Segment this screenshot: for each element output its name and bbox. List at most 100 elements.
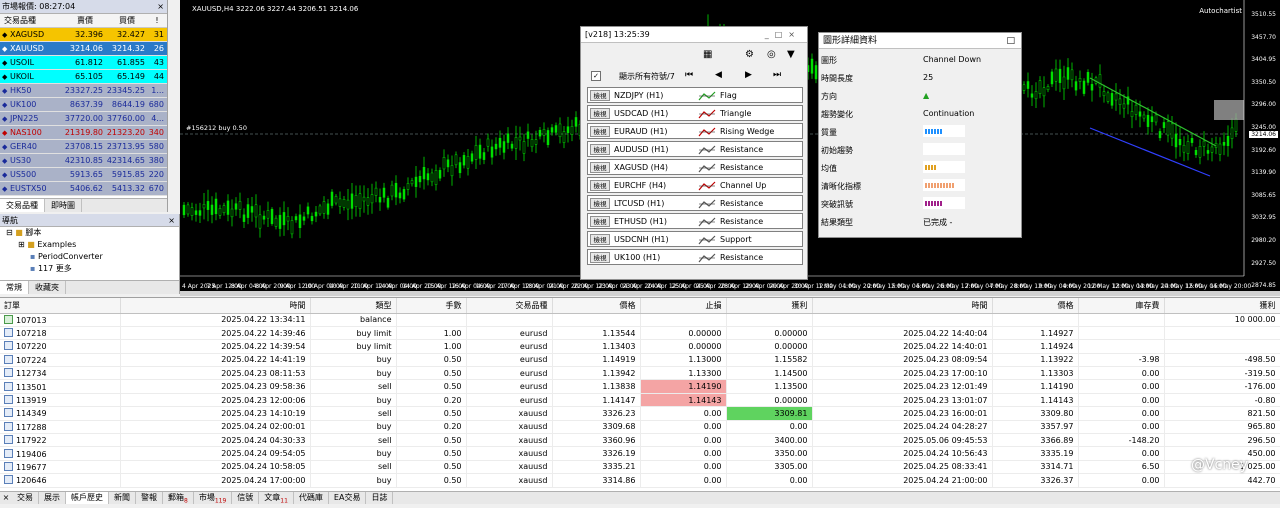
close-icon[interactable]: × <box>157 0 164 14</box>
close-icon[interactable]: × <box>788 30 801 39</box>
chart-scrollbar[interactable] <box>180 291 1280 296</box>
tab-common[interactable]: 常規 <box>0 281 29 294</box>
history-row[interactable]: 119406 2025.04.24 09:54:05 buy 0.50 xauusd 33… <box>0 446 1280 461</box>
scanner-result-row[interactable]: 檢視 ETHUSD (H1) Resistance <box>587 213 803 229</box>
scanner-result-row[interactable]: 檢視 USDCNH (H1) Support <box>587 231 803 247</box>
scanner-result-row[interactable]: 檢視 EURAUD (H1) Rising Wedge <box>587 123 803 139</box>
show-all-checkbox[interactable]: ✓ <box>591 71 601 81</box>
history-col-header[interactable]: 手數 <box>396 298 467 314</box>
scanner-result-row[interactable]: 檢視 AUDUSD (H1) Resistance <box>587 141 803 157</box>
history-col-header[interactable]: 庫存費 <box>1078 298 1165 314</box>
close-icon[interactable]: × <box>168 214 175 227</box>
view-button[interactable]: 檢視 <box>590 90 610 101</box>
tab-tick-chart[interactable]: 即時圖 <box>45 199 82 212</box>
toolbox-tab[interactable]: 展示 <box>39 492 66 504</box>
history-col-header[interactable]: 時間 <box>812 298 993 314</box>
col-bid[interactable]: 賣價 <box>64 14 106 27</box>
history-col-header[interactable]: 止損 <box>640 298 727 314</box>
market-watch-row[interactable]: ◆ EUSTX50 5406.62 5413.32 670 <box>0 182 167 196</box>
history-row[interactable]: 117288 2025.04.24 02:00:01 buy 0.20 xauusd 33… <box>0 420 1280 435</box>
toolbox-tab[interactable]: 市場119 <box>194 492 233 505</box>
toolbox-tab[interactable]: 郵箱8 <box>163 492 194 505</box>
calculator-icon[interactable]: ▦ <box>703 49 712 60</box>
col-ask[interactable]: 買價 <box>106 14 148 27</box>
view-button[interactable]: 檢視 <box>590 216 610 227</box>
history-row[interactable]: 113919 2025.04.23 12:00:06 buy 0.20 eurusd 1.… <box>0 393 1280 408</box>
globe-icon[interactable]: ◎ <box>767 49 776 60</box>
view-button[interactable]: 檢視 <box>590 162 610 173</box>
history-col-header[interactable]: 價格 <box>992 298 1079 314</box>
market-watch-row[interactable]: ◆ US30 42310.85 42314.65 380 <box>0 154 167 168</box>
scanner-result-row[interactable]: 檢視 NZDJPY (H1) Flag <box>587 87 803 103</box>
market-watch-row[interactable]: ◆ XAGUSD 32.396 32.427 31 <box>0 28 167 42</box>
gear-icon[interactable]: ⚙ <box>745 49 754 60</box>
col-spread[interactable]: ! <box>148 14 166 27</box>
tree-item-more[interactable]: ▪ 117 更多 <box>0 263 179 275</box>
scanner-result-row[interactable]: 檢視 XAGUSD (H4) Resistance <box>587 159 803 175</box>
last-page-icon[interactable]: ⏭ <box>773 70 781 80</box>
market-watch-row[interactable]: ◆ USOIL 61.812 61.855 43 <box>0 56 167 70</box>
tab-favorites[interactable]: 收藏夾 <box>29 281 66 294</box>
history-row[interactable]: 112734 2025.04.23 08:11:53 buy 0.50 eurusd 1.… <box>0 366 1280 381</box>
maximize-icon[interactable]: □ <box>775 30 789 39</box>
view-button[interactable]: 檢視 <box>590 198 610 209</box>
market-watch-row[interactable]: ◆ NAS100 21319.80 21323.20 340 <box>0 126 167 140</box>
prev-page-icon[interactable]: ◀ <box>715 70 722 80</box>
candle-body <box>230 208 234 218</box>
history-col-header[interactable]: 獲利 <box>1164 298 1280 314</box>
toolbox-tab[interactable]: 交易 <box>12 492 39 504</box>
market-watch-header: 交易品種 賣價 買價 ! <box>0 14 167 28</box>
view-button[interactable]: 檢視 <box>590 126 610 137</box>
history-row[interactable]: 113501 2025.04.23 09:58:36 sell 0.50 eurusd 1… <box>0 379 1280 394</box>
toolbox-tab[interactable]: 日誌 <box>366 492 394 504</box>
toolbox-tab[interactable]: 新聞 <box>109 492 136 504</box>
view-button[interactable]: 檢視 <box>590 108 610 119</box>
history-col-header[interactable]: 類型 <box>310 298 397 314</box>
view-button[interactable]: 檢視 <box>590 180 610 191</box>
market-watch-row[interactable]: ◆ GER40 23708.15 23713.95 580 <box>0 140 167 154</box>
history-row[interactable]: 120646 2025.04.24 17:00:00 buy 0.50 xauusd 33… <box>0 473 1280 488</box>
tree-item-periodconverter[interactable]: ▪ PeriodConverter <box>0 251 179 263</box>
view-button[interactable]: 檢視 <box>590 252 610 263</box>
tree-item-scripts[interactable]: ⊟ ■ 腳本 <box>0 227 179 239</box>
scanner-result-row[interactable]: 檢視 EURCHF (H4) Channel Up <box>587 177 803 193</box>
scanner-result-row[interactable]: 檢視 UK100 (H1) Resistance <box>587 249 803 265</box>
history-row[interactable]: 117922 2025.04.24 04:30:33 sell 0.50 xauusd 3… <box>0 433 1280 448</box>
history-col-header[interactable]: 價格 <box>552 298 641 314</box>
tree-item-examples[interactable]: ⊞ ■ Examples <box>0 239 179 251</box>
close-icon[interactable]: × <box>0 492 12 504</box>
market-watch-row[interactable]: ◆ XAUUSD 3214.06 3214.32 26 <box>0 42 167 56</box>
history-row[interactable]: 114349 2025.04.23 14:10:19 sell 0.50 xauusd 3… <box>0 406 1280 421</box>
market-watch-row[interactable]: ◆ US500 5913.65 5915.85 220 <box>0 168 167 182</box>
market-watch-row[interactable]: ◆ HK50 23327.25 23345.25 1... <box>0 84 167 98</box>
tab-symbols[interactable]: 交易品種 <box>0 199 45 212</box>
history-row[interactable]: 107013 2025.04.22 13:34:11 balance 10 000.0… <box>0 313 1280 327</box>
view-button[interactable]: 檢視 <box>590 234 610 245</box>
view-button[interactable]: 檢視 <box>590 144 610 155</box>
toolbox-tab[interactable]: 帳戶歷史 <box>66 492 109 504</box>
history-col-header[interactable]: 訂單 <box>0 298 121 314</box>
history-col-header[interactable]: 交易品種 <box>466 298 553 314</box>
minimize-icon[interactable]: _ <box>765 30 775 39</box>
next-page-icon[interactable]: ▶ <box>745 70 752 80</box>
filter-icon[interactable]: ▼ <box>787 49 795 60</box>
history-col-header[interactable]: 獲利 <box>726 298 813 314</box>
toolbox-tab[interactable]: EA交易 <box>329 492 367 504</box>
toolbox-tab[interactable]: 代碼庫 <box>294 492 329 504</box>
toolbox-tab[interactable]: 警報 <box>136 492 163 504</box>
toolbox-tab[interactable]: 信號 <box>232 492 260 504</box>
toolbox-tab[interactable]: 文章11 <box>259 492 294 505</box>
history-row[interactable]: 107224 2025.04.22 14:41:19 buy 0.50 eurusd 1.… <box>0 353 1280 368</box>
first-page-icon[interactable]: ⏮ <box>685 70 693 80</box>
col-symbol[interactable]: 交易品種 <box>0 14 64 27</box>
history-row[interactable]: 107220 2025.04.22 14:39:54 buy limit 1.00 eu… <box>0 339 1280 354</box>
history-col-header[interactable]: 時間 <box>120 298 311 314</box>
close-icon[interactable]: □ <box>1006 33 1015 49</box>
market-watch-row[interactable]: ◆ UK100 8637.39 8644.19 680 <box>0 98 167 112</box>
history-row[interactable]: 107218 2025.04.22 14:39:46 buy limit 1.00 eu… <box>0 326 1280 341</box>
market-watch-row[interactable]: ◆ UKOIL 65.105 65.149 44 <box>0 70 167 84</box>
history-row[interactable]: 119677 2025.04.24 10:58:05 sell 0.50 xauusd 3… <box>0 460 1280 475</box>
scanner-result-row[interactable]: 檢視 USDCAD (H1) Triangle <box>587 105 803 121</box>
market-watch-row[interactable]: ◆ JPN225 37720.00 37760.00 4... <box>0 112 167 126</box>
scanner-result-row[interactable]: 檢視 LTCUSD (H1) Resistance <box>587 195 803 211</box>
